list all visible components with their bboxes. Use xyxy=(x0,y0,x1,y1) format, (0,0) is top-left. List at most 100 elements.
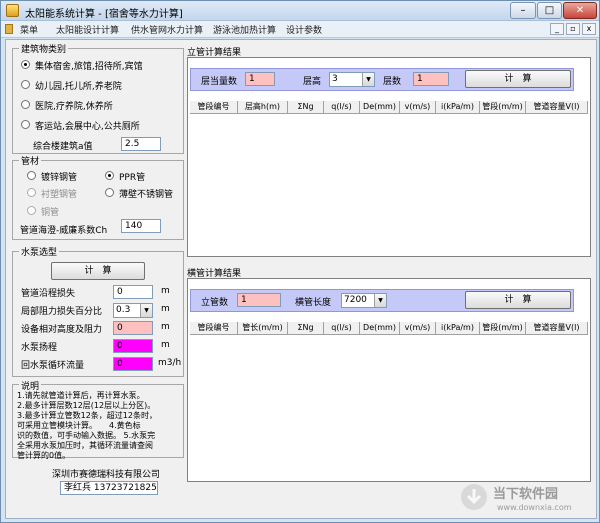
riser-calc-button[interactable]: 计 算 xyxy=(465,70,571,88)
riser-col-6: i(kPa/m) xyxy=(436,101,480,114)
horiz-length-select[interactable]: 7200 ▼ xyxy=(341,293,387,308)
building-option-0[interactable]: 集体宿舍,旅馆,招待所,宾馆 xyxy=(35,59,143,72)
notes-group: 说明 1.请先就管道计算后，再计算水泵。 2.最多计算层数12层(12层以上分区… xyxy=(12,379,184,460)
floors-label: 层数 xyxy=(383,77,402,87)
floor-height-select[interactable]: 3 ▼ xyxy=(329,72,375,87)
local-loss-value: 0.3 xyxy=(116,305,131,315)
pipe-option-1[interactable]: PPR管 xyxy=(119,170,145,183)
pipe-loss-input[interactable]: 0 xyxy=(113,285,153,299)
pump-row-label-0: 管道沿程损失 xyxy=(21,289,76,299)
horiz-param-band: 立管数 1 横管长度 7200 ▼ 计 算 xyxy=(190,289,574,312)
building-type-group: 建筑物类别 集体宿舍,旅馆,招待所,宾馆 幼儿园,托儿所,养老院 医院,疗养院,… xyxy=(12,42,184,154)
pipe-radio-2[interactable] xyxy=(27,188,36,197)
app-icon xyxy=(6,4,19,17)
riser-panel: 层当量数 1 层高 3 ▼ 层数 1 计 算 管段编号 层高h(m) ΣNg q(… xyxy=(187,57,591,257)
pipe-option-0[interactable]: 镀锌钢管 xyxy=(41,170,77,183)
pipe-option-3[interactable]: 薄壁不锈钢管 xyxy=(119,187,173,200)
riser-grid-header: 管段编号 层高h(m) ΣNg q(l/s) De(mm) v(m/s) i(k… xyxy=(190,101,588,114)
alpha-label: 综合楼建筑a值 xyxy=(33,142,93,152)
pipe-option-2[interactable]: 衬塑钢管 xyxy=(41,187,77,200)
local-loss-select[interactable]: 0.3 ▼ xyxy=(113,303,153,318)
riser-col-7: 管段(m/m) xyxy=(480,101,526,114)
watermark-url: www.downxia.com xyxy=(497,503,572,512)
riser-col-4: De(mm) xyxy=(360,101,400,114)
pump-row-label-3: 水泵扬程 xyxy=(21,343,58,353)
pump-row-unit-2: m xyxy=(161,322,170,332)
horiz-grid-header: 管段编号 管长(m/m) ΣNg q(l/s) De(mm) v(m/s) i(… xyxy=(190,322,588,335)
pump-head-output: 0 xyxy=(113,339,153,353)
riser-col-3: q(l/s) xyxy=(324,101,360,114)
mdi-restore-button[interactable]: ▫ xyxy=(566,23,580,35)
window-title: 太阳能系统计算 - [宿舍等水力计算] xyxy=(25,9,183,20)
menu-pipe-network[interactable]: 供水管网水力计算 xyxy=(131,23,203,36)
pump-row-unit-1: m xyxy=(161,304,170,314)
horiz-col-7: 管段(m/m) xyxy=(480,322,526,335)
pipe-radio-0[interactable] xyxy=(27,171,36,180)
pump-row-label-4: 回水泵循环流量 xyxy=(21,361,85,371)
menu-main[interactable]: 菜单 xyxy=(20,23,38,36)
riser-col-5: v(m/s) xyxy=(400,101,436,114)
pump-row-unit-3: m xyxy=(161,340,170,350)
company-name: 深圳市赛德瑞科技有限公司 xyxy=(52,470,161,480)
floor-eq-input[interactable]: 1 xyxy=(245,72,275,86)
horiz-col-4: De(mm) xyxy=(360,322,400,335)
building-option-1[interactable]: 幼儿园,托儿所,养老院 xyxy=(35,79,122,92)
horiz-col-3: q(l/s) xyxy=(324,322,360,335)
watermark-name: 当下软件园 xyxy=(493,487,559,502)
riser-col-2: ΣNg xyxy=(288,101,324,114)
pipe-option-4[interactable]: 铜管 xyxy=(41,205,59,218)
building-option-3[interactable]: 客运站,会展中心,公共厕所 xyxy=(35,119,140,132)
pipe-radio-4[interactable] xyxy=(27,206,36,215)
horiz-length-value: 7200 xyxy=(344,295,367,305)
chevron-down-icon[interactable]: ▼ xyxy=(362,73,374,86)
horiz-col-6: i(kPa/m) xyxy=(436,322,480,335)
riser-col-0: 管段编号 xyxy=(190,101,238,114)
pump-row-unit-0: m xyxy=(161,286,170,296)
contact-box: 李红兵 13723721825 xyxy=(60,481,158,495)
app-window: 太阳能系统计算 - [宿舍等水力计算] – □ ✕ 菜单 太阳能设计计算 供水管… xyxy=(0,0,600,523)
horiz-calc-button[interactable]: 计 算 xyxy=(465,291,571,309)
building-radio-0[interactable] xyxy=(21,60,30,69)
horiz-col-2: ΣNg xyxy=(288,322,324,335)
menu-design-params[interactable]: 设计参数 xyxy=(286,23,322,36)
close-button[interactable]: ✕ xyxy=(563,2,597,19)
pump-group: 水泵选型 计 算 管道沿程损失 0 m 局部阻力损失百分比 0.3 ▼ m 设备相… xyxy=(12,245,184,377)
pipe-material-title: 管材 xyxy=(19,154,42,167)
menu-solar-design[interactable]: 太阳能设计计算 xyxy=(56,23,119,36)
chevron-down-icon[interactable]: ▼ xyxy=(140,304,152,317)
client-area: 建筑物类别 集体宿舍,旅馆,招待所,宾馆 幼儿园,托儿所,养老院 医院,疗养院,… xyxy=(5,39,597,519)
notes-text: 1.请先就管道计算后，再计算水泵。 2.最多计算层数12层(12层以上分区)。 … xyxy=(17,391,157,460)
horiz-col-8: 管道容量V(l) xyxy=(526,322,588,335)
menu-pool-heating[interactable]: 游泳池加热计算 xyxy=(213,23,276,36)
building-radio-1[interactable] xyxy=(21,80,30,89)
risers-count-input[interactable]: 1 xyxy=(237,293,281,307)
minimize-button[interactable]: – xyxy=(510,2,536,19)
pipe-radio-1[interactable] xyxy=(105,171,114,180)
riser-col-1: 层高h(m) xyxy=(238,101,288,114)
pump-row-label-2: 设备相对高度及阻力 xyxy=(21,325,103,335)
building-radio-3[interactable] xyxy=(21,120,30,129)
maximize-button[interactable]: □ xyxy=(537,2,562,19)
pipe-radio-3[interactable] xyxy=(105,188,114,197)
floor-height-label: 层高 xyxy=(303,77,322,87)
chevron-down-icon[interactable]: ▼ xyxy=(374,294,386,307)
menu-bar: 菜单 太阳能设计计算 供水管网水力计算 游泳池加热计算 设计参数 _ ▫ x xyxy=(1,21,599,38)
pump-calc-button[interactable]: 计 算 xyxy=(51,262,145,280)
building-option-2[interactable]: 医院,疗养院,休养所 xyxy=(35,99,113,112)
horiz-length-label: 横管长度 xyxy=(295,298,332,308)
equip-height-input[interactable]: 0 xyxy=(113,321,153,335)
mdi-minimize-button[interactable]: _ xyxy=(550,23,564,35)
hw-coef-input[interactable]: 140 xyxy=(121,219,161,233)
mdi-close-button[interactable]: x xyxy=(582,23,596,35)
download-icon xyxy=(461,484,487,510)
hw-coef-label: 管道海澄-威廉系数Ch xyxy=(20,226,108,236)
alpha-input[interactable]: 2.5 xyxy=(121,137,161,151)
riser-param-band: 层当量数 1 层高 3 ▼ 层数 1 计 算 xyxy=(190,68,574,91)
horiz-panel: 立管数 1 横管长度 7200 ▼ 计 算 管段编号 管长(m/m) ΣNg q(… xyxy=(187,278,591,482)
riser-col-8: 管道容量V(l) xyxy=(526,101,588,114)
risers-count-label: 立管数 xyxy=(201,298,229,308)
pump-title: 水泵选型 xyxy=(19,245,60,258)
floor-height-value: 3 xyxy=(332,74,338,84)
floors-input[interactable]: 1 xyxy=(413,72,449,86)
building-radio-2[interactable] xyxy=(21,100,30,109)
